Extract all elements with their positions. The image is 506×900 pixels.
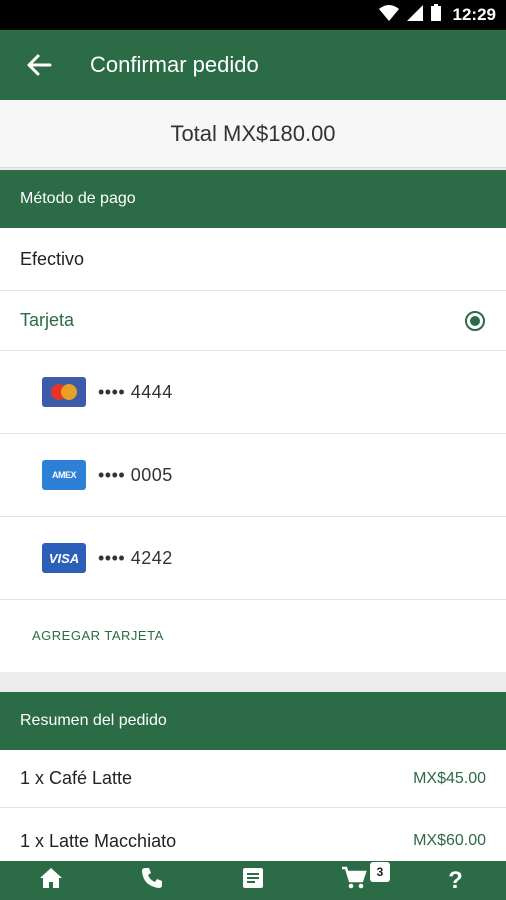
order-summary-header: Resumen del pedido xyxy=(0,692,506,750)
status-bar: 12:29 xyxy=(0,0,506,30)
phone-icon xyxy=(141,867,163,894)
cart-badge: 3 xyxy=(370,862,390,882)
item-name: 1 x Latte Macchiato xyxy=(20,830,177,851)
visa-icon: VISA xyxy=(42,543,86,573)
app-bar: Confirmar pedido xyxy=(0,30,506,100)
item-price: MX$60.00 xyxy=(413,832,486,849)
radio-selected-icon[interactable] xyxy=(465,311,485,331)
saved-card-visa[interactable]: VISA •••• 4242 xyxy=(0,517,506,600)
battery-icon xyxy=(430,4,441,26)
card-number: •••• 4242 xyxy=(98,547,173,568)
item-price: MX$45.00 xyxy=(413,769,486,787)
help-icon: ? xyxy=(448,866,463,894)
cash-label: Efectivo xyxy=(20,248,85,269)
nav-help[interactable]: ? xyxy=(405,861,506,900)
saved-card-amex[interactable]: AMEX •••• 0005 xyxy=(0,434,506,517)
order-total: Total MX$180.00 xyxy=(0,100,506,168)
item-name: 1 x Café Latte xyxy=(20,768,133,788)
wifi-icon xyxy=(378,4,399,26)
nav-orders[interactable] xyxy=(202,861,303,900)
nav-home[interactable] xyxy=(0,861,101,900)
payment-method-header: Método de pago xyxy=(0,170,506,228)
clock: 12:29 xyxy=(452,5,496,24)
payment-option-cash[interactable]: Efectivo xyxy=(0,228,506,291)
cart-icon xyxy=(341,866,367,895)
card-label: Tarjeta xyxy=(20,310,75,330)
back-arrow-icon[interactable] xyxy=(24,52,54,78)
order-summary-panel: 1 x Café Latte MX$45.00 1 x Latte Macchi… xyxy=(0,750,506,862)
card-number: •••• 4444 xyxy=(98,381,173,402)
saved-card-mastercard[interactable]: •••• 4444 xyxy=(0,351,506,434)
mastercard-icon xyxy=(42,377,86,407)
orders-icon xyxy=(242,867,264,894)
amex-icon: AMEX xyxy=(42,460,86,490)
home-icon xyxy=(39,867,63,894)
summary-item: 1 x Café Latte MX$45.00 xyxy=(0,750,506,808)
page-title: Confirmar pedido xyxy=(90,52,259,77)
payment-option-card[interactable]: Tarjeta xyxy=(0,291,506,351)
nav-phone[interactable] xyxy=(101,861,202,900)
card-number: •••• 0005 xyxy=(98,464,173,485)
bottom-navigation: ? xyxy=(0,861,506,900)
add-card-button[interactable]: AGREGAR TARJETA xyxy=(32,628,164,643)
signal-icon xyxy=(406,4,423,26)
payment-method-panel: Efectivo Tarjeta •••• 4444 AMEX •••• 000… xyxy=(0,228,506,672)
